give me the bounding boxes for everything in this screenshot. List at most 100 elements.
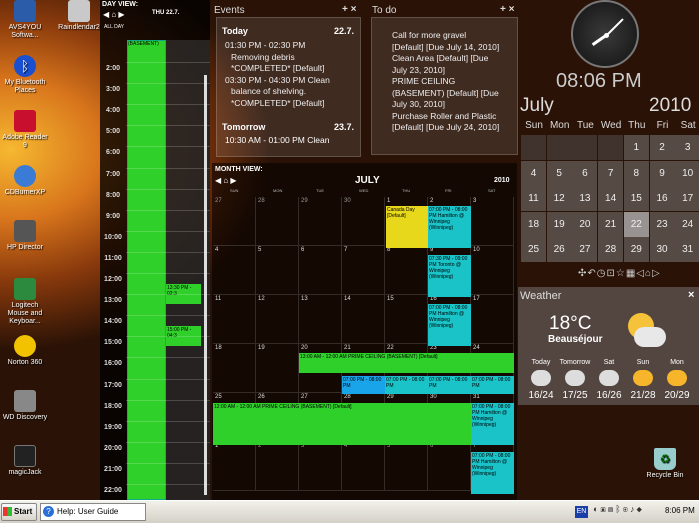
calendar-day-cell[interactable]: 26 [546, 237, 572, 262]
month-day-cell[interactable]: 4 [342, 442, 385, 491]
calendar-day-cell[interactable]: 20 [572, 211, 598, 237]
month-day-cell[interactable]: 6 [428, 442, 471, 491]
month-day-cell[interactable]: 29 [299, 197, 342, 246]
calendar-day-cell[interactable]: 21 [598, 211, 624, 237]
hp-director-desktop-icon[interactable]: HP Director [1, 220, 49, 252]
month-day-cell[interactable]: 7 [342, 246, 385, 295]
event-item[interactable]: 10:30 AM - 01:00 PM Clean [225, 135, 329, 145]
calendar-day-cell[interactable]: 29 [623, 237, 649, 262]
all-day-event[interactable]: (BASEMENT) [127, 40, 166, 500]
month-day-cell[interactable]: 1 [213, 442, 256, 491]
month-day-cell[interactable]: 18 [213, 344, 256, 393]
calendar-day-cell[interactable]: 18 [521, 211, 546, 237]
calendar-day-cell[interactable]: 6 [572, 160, 598, 186]
month-event[interactable]: 07:00 PM - 08:00 PM [471, 376, 514, 394]
month-day-cell[interactable]: 5 [385, 442, 428, 491]
calendar-day-cell[interactable]: 16 [649, 186, 675, 211]
month-event[interactable]: 07:00 PM - 08:00 PM Hamilton @ Winnipeg … [471, 452, 514, 494]
calendar-day-cell[interactable]: 10 [675, 160, 699, 186]
month-day-cell[interactable]: 30 [342, 197, 385, 246]
month-event[interactable]: 13:00 AM - 12:00 AM PRIME CEILING (BASEM… [299, 353, 514, 373]
month-day-cell[interactable]: 11 [213, 295, 256, 344]
calendar-day-cell[interactable]: 22 [623, 211, 649, 237]
cdburner-desktop-icon[interactable]: CDBurnerXP [1, 165, 49, 197]
calendar-day-cell[interactable]: 1 [623, 135, 649, 160]
month-day-cell[interactable]: 3 [299, 442, 342, 491]
month-event[interactable]: 07:00 PM - 08:00 PM [428, 376, 471, 394]
month-day-cell[interactable]: 27 [213, 197, 256, 246]
month-day-cell[interactable]: 4 [213, 246, 256, 295]
calendar-day-cell[interactable]: 15 [623, 186, 649, 211]
calendar-day-cell[interactable]: 2 [649, 135, 675, 160]
recycle-bin-desktop-icon[interactable]: ♻ Recycle Bin [641, 448, 689, 480]
calendar-day-cell[interactable]: 27 [572, 237, 598, 262]
month-day-cell[interactable]: 15 [385, 295, 428, 344]
day-view-nav[interactable]: ◀ ⌂ ▶ [103, 10, 125, 19]
calendar-day-cell[interactable]: 17 [675, 186, 699, 211]
event-item[interactable]: 01:30 PM - 02:30 PM [225, 40, 330, 52]
month-day-cell[interactable]: 2 [256, 442, 299, 491]
todo-item[interactable]: Clean Area [Default] [Due [392, 53, 499, 65]
todo-item[interactable]: Call for more gravel [392, 30, 499, 42]
month-event[interactable]: 07:00 PM - 08:00 PM Hamilton @ Winnipeg … [428, 304, 471, 346]
adobe-reader-desktop-icon[interactable]: Adobe Reader 9 [1, 110, 49, 150]
bluetooth-desktop-icon[interactable]: ᛒ My Bluetooth Places [1, 55, 49, 95]
calendar-day-cell[interactable]: 4 [521, 160, 546, 186]
logitech-desktop-icon[interactable]: Logitech Mouse and Keyboar... [1, 278, 49, 326]
taskbar-task-help[interactable]: Help: User Guide [40, 503, 146, 521]
month-day-cell[interactable]: 13 [299, 295, 342, 344]
todo-item: (BASEMENT) [Default] [Due [392, 87, 499, 98]
rainlendar-desktop-icon[interactable]: Raindlendar2 [55, 0, 103, 32]
calendar-day-cell[interactable]: 14 [598, 186, 624, 211]
wd-discovery-desktop-icon[interactable]: WD Discovery [1, 390, 49, 422]
events-tools[interactable]: + × [342, 4, 356, 15]
calendar-day-cell[interactable]: 9 [649, 160, 675, 186]
month-day-cell[interactable]: 5 [256, 246, 299, 295]
month-day-cell[interactable]: 14 [342, 295, 385, 344]
calendar-day-cell[interactable]: 5 [546, 160, 572, 186]
calendar-day-cell[interactable]: 25 [521, 237, 546, 262]
month-event[interactable]: Canada Day [Default] [386, 206, 428, 248]
calendar-day-cell[interactable]: 12 [546, 186, 572, 211]
todo-item[interactable]: PRIME CEILING [392, 76, 499, 88]
day-view-scrollbar[interactable] [204, 75, 207, 495]
calendar-day-cell[interactable]: 3 [675, 135, 699, 160]
month-day-cell[interactable]: 17 [471, 295, 514, 344]
language-indicator[interactable]: EN [575, 506, 588, 518]
month-day-cell[interactable]: 28 [256, 197, 299, 246]
event-item[interactable]: 03:30 PM - 04:30 PM Clean [225, 75, 330, 87]
month-event[interactable]: 07:30 PM - 09:00 PM Toronto @ Winnipeg (… [428, 255, 471, 297]
month-event[interactable]: 12:00 AM - 12:00 AM PRIME CEILING (BASEM… [213, 403, 471, 445]
todo-tools[interactable]: + × [500, 4, 514, 15]
norton-desktop-icon[interactable]: Norton 360 [1, 335, 49, 367]
month-event[interactable]: 07:00 PM - 08:00 PM [342, 376, 385, 394]
hour-gridline [126, 462, 210, 464]
month-event[interactable]: 07:00 PM - 08:00 PM Hamilton @ Winnipeg … [471, 403, 514, 445]
calendar-day-cell[interactable]: 7 [598, 160, 624, 186]
calendar-day-cell[interactable]: 28 [598, 237, 624, 262]
calendar-day-cell[interactable]: 24 [675, 211, 699, 237]
calendar-day-cell[interactable]: 23 [649, 211, 675, 237]
calendar-day-cell[interactable]: 19 [546, 211, 572, 237]
month-event[interactable]: 07:00 PM - 08:00 PM [385, 376, 428, 394]
magicjack-desktop-icon[interactable]: magicJack [1, 445, 49, 477]
calendar-day-cell[interactable]: 31 [675, 237, 699, 262]
month-day-cell[interactable]: 3 [471, 197, 514, 246]
avs4you-desktop-icon[interactable]: AVS4YOU Softwa... [1, 0, 49, 40]
month-event[interactable]: 07:00 PM - 08:00 PM Hamilton @ Winnipeg … [428, 206, 471, 248]
weather-close-icon[interactable]: × [688, 289, 694, 301]
month-dow: TUE [316, 188, 324, 193]
calendar-day-cell[interactable]: 30 [649, 237, 675, 262]
calendar-day-cell[interactable]: 8 [623, 160, 649, 186]
calendar-day-cell[interactable]: 11 [521, 186, 546, 211]
calendar-day-cell[interactable]: 13 [572, 186, 598, 211]
calendar-toolbar[interactable]: ✣↶◷⊡☆▦◁⌂▷ [578, 268, 661, 279]
todo-item[interactable]: Purchase Roller and Plastic [392, 111, 499, 123]
month-view-nav[interactable]: ◀ ⌂ ▶ [215, 176, 237, 185]
month-day-cell[interactable]: 8 [385, 246, 428, 295]
month-day-cell[interactable]: 19 [256, 344, 299, 393]
month-day-cell[interactable]: 12 [256, 295, 299, 344]
month-day-cell[interactable]: 6 [299, 246, 342, 295]
month-day-cell[interactable]: 10 [471, 246, 514, 295]
system-tray-icons[interactable]: ◐▣▤ᛒ◉♪◆ [593, 504, 663, 520]
